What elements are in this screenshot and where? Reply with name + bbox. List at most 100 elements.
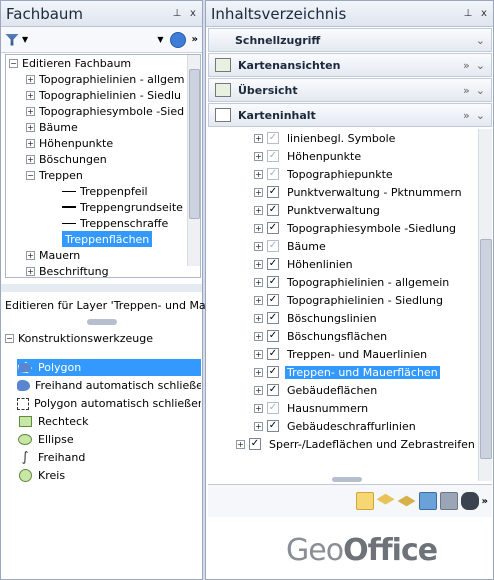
expand-icon[interactable]: + (254, 277, 263, 287)
expand-icon[interactable]: + (254, 169, 263, 179)
filter-dropdown-icon[interactable]: ▼ (22, 35, 28, 44)
tool-ellipse[interactable]: Ellipse (17, 431, 201, 448)
layer-row[interactable]: + ✓ Topographiesymbole -Siedlung (254, 219, 458, 237)
expand-icon[interactable]: + (254, 259, 263, 269)
collapse-icon[interactable]: − (26, 170, 35, 180)
layer-checkbox[interactable]: ✓ (267, 330, 279, 342)
layer-checkbox[interactable]: ✓ (267, 312, 279, 324)
layer-row[interactable]: + ✓ Bäume (254, 237, 328, 255)
expand-icon[interactable]: + (254, 349, 263, 359)
layer-checkbox[interactable]: ✓ (267, 366, 279, 378)
layer-vertical-scrollbar[interactable] (478, 129, 492, 481)
expand-icon[interactable]: + (254, 367, 263, 377)
tree-item[interactable]: + Topographielinien - Siedlu (26, 87, 181, 103)
layer-checkbox[interactable]: ✓ (267, 384, 279, 396)
layer-checkbox[interactable]: ✓ (267, 348, 279, 360)
tree-leaf-selected[interactable]: Treppenflächen (62, 231, 153, 247)
tree-root[interactable]: − Editieren Fachbaum (9, 55, 131, 71)
expand-icon[interactable]: + (254, 313, 263, 323)
expand-icon[interactable]: + (26, 122, 35, 132)
binoculars-icon[interactable] (460, 492, 479, 510)
list-by-visibility-icon[interactable] (397, 495, 416, 507)
tree-item-treppen[interactable]: − Treppen (26, 167, 83, 183)
tree-item[interactable]: + Topographielinien - allgem (26, 71, 184, 87)
expand-icon[interactable]: + (26, 90, 35, 100)
overflow-icon[interactable]: » (463, 84, 470, 97)
collapse-icon[interactable]: − (9, 58, 18, 68)
section-schnellzugriff[interactable]: Schnellzugriff ⌄ (208, 28, 492, 52)
chevron-down-icon[interactable]: ⌄ (476, 109, 485, 122)
expand-icon[interactable]: + (26, 266, 35, 276)
expand-icon[interactable]: + (254, 421, 263, 431)
tool-circle[interactable]: Kreis (17, 467, 201, 484)
scroll-thumb[interactable] (189, 69, 200, 219)
tree-item[interactable]: + Topographiesymbole -Sied (26, 103, 184, 119)
expand-icon[interactable]: + (254, 223, 263, 233)
expand-icon[interactable]: + (26, 106, 35, 116)
close-icon[interactable]: x (477, 8, 491, 19)
tools-splitter-grip[interactable] (87, 319, 117, 325)
layer-checkbox[interactable]: ✓ (267, 150, 279, 162)
layer-checkbox[interactable]: ✓ (267, 240, 279, 252)
splitter[interactable] (1, 284, 202, 292)
list-by-source-icon[interactable] (376, 493, 395, 505)
expand-icon[interactable]: + (254, 295, 263, 305)
layer-row[interactable]: + ✓ Böschungslinien (254, 309, 379, 327)
tool-rectangle[interactable]: Rechteck (17, 413, 201, 430)
expand-icon[interactable]: + (26, 250, 35, 260)
chevron-down-icon[interactable]: ⌄ (476, 34, 485, 47)
section-uebersicht[interactable]: Übersicht » ⌄ (208, 78, 492, 102)
pin-icon[interactable]: ⊥ (170, 8, 184, 19)
layer-row[interactable]: + ✓ Böschungsflächen (254, 327, 389, 345)
tool-polygon-auto-close[interactable]: Polygon automatisch schließen (17, 395, 201, 412)
tree-leaf[interactable]: Treppengrundseite (62, 199, 183, 215)
bottom-splitter-grip[interactable] (332, 477, 362, 482)
expand-icon[interactable]: + (254, 187, 263, 197)
pin-icon[interactable]: ⊥ (461, 8, 475, 19)
layer-checkbox[interactable]: ✓ (267, 294, 279, 306)
layer-checkbox[interactable]: ✓ (267, 258, 279, 270)
layer-row[interactable]: + ✓ Gebäudeschraffurlinien (254, 417, 418, 435)
expand-icon[interactable]: + (254, 403, 263, 413)
layer-checkbox[interactable]: ✓ (267, 186, 279, 198)
chevron-down-icon[interactable]: ⌄ (476, 84, 485, 97)
tool-polygon[interactable]: Polygon (17, 359, 201, 376)
section-kartenansichten[interactable]: Kartenansichten » ⌄ (208, 53, 492, 77)
tree-item[interactable]: + Höhenpunkte (26, 135, 113, 151)
dropdown-icon[interactable]: ▼ (157, 35, 163, 44)
tree-item[interactable]: + Beschriftung (26, 263, 109, 277)
expand-icon[interactable]: + (26, 154, 35, 164)
chevron-down-icon[interactable]: ⌄ (476, 59, 485, 72)
layer-row[interactable]: + ✓ Punktverwaltung - Pktnummern (254, 183, 464, 201)
expand-icon[interactable]: + (26, 74, 35, 84)
tool-freehand-auto-close[interactable]: Freihand automatisch schließen (17, 377, 201, 394)
expand-icon[interactable]: + (254, 331, 263, 341)
layer-row[interactable]: + ✓ Topographielinien - allgemein (254, 273, 451, 291)
layer-checkbox[interactable]: ✓ (267, 402, 279, 414)
layer-row[interactable]: + ✓ Hausnummern (254, 399, 370, 417)
layer-row[interactable]: + ✓ linienbegl. Symbole (254, 129, 397, 147)
tree-item[interactable]: + Bäume (26, 119, 78, 135)
tree-leaf[interactable]: Treppenpfeil (62, 183, 148, 199)
tools-header[interactable]: − Konstruktionswerkzeuge (5, 332, 153, 345)
list-by-selection-icon[interactable] (418, 492, 437, 510)
layer-checkbox[interactable]: ✓ (267, 420, 279, 432)
layer-row-selected[interactable]: + ✓ Treppen- und Mauerflächen (254, 363, 440, 381)
expand-icon[interactable]: + (254, 241, 263, 251)
overflow-icon[interactable]: » (482, 496, 488, 507)
expand-icon[interactable]: + (236, 439, 245, 449)
layer-checkbox[interactable]: ✓ (249, 438, 261, 450)
search-icon[interactable] (169, 31, 186, 48)
layer-group-row[interactable]: + ✓ Sperr-/Ladeflächen und Zebrastreifen (236, 435, 477, 453)
expand-icon[interactable]: + (254, 205, 263, 215)
overflow-icon[interactable]: » (463, 59, 470, 72)
layer-checkbox[interactable]: ✓ (267, 222, 279, 234)
layer-checkbox[interactable]: ✓ (267, 204, 279, 216)
options-icon[interactable] (439, 492, 458, 510)
overflow-icon[interactable]: » (463, 109, 470, 122)
filter-icon[interactable] (5, 33, 19, 46)
layer-checkbox[interactable]: ✓ (267, 276, 279, 288)
close-icon[interactable]: x (186, 8, 200, 19)
layer-row[interactable]: + ✓ Topographielinien - Siedlung (254, 291, 445, 309)
list-by-drawing-order-icon[interactable] (355, 492, 374, 510)
